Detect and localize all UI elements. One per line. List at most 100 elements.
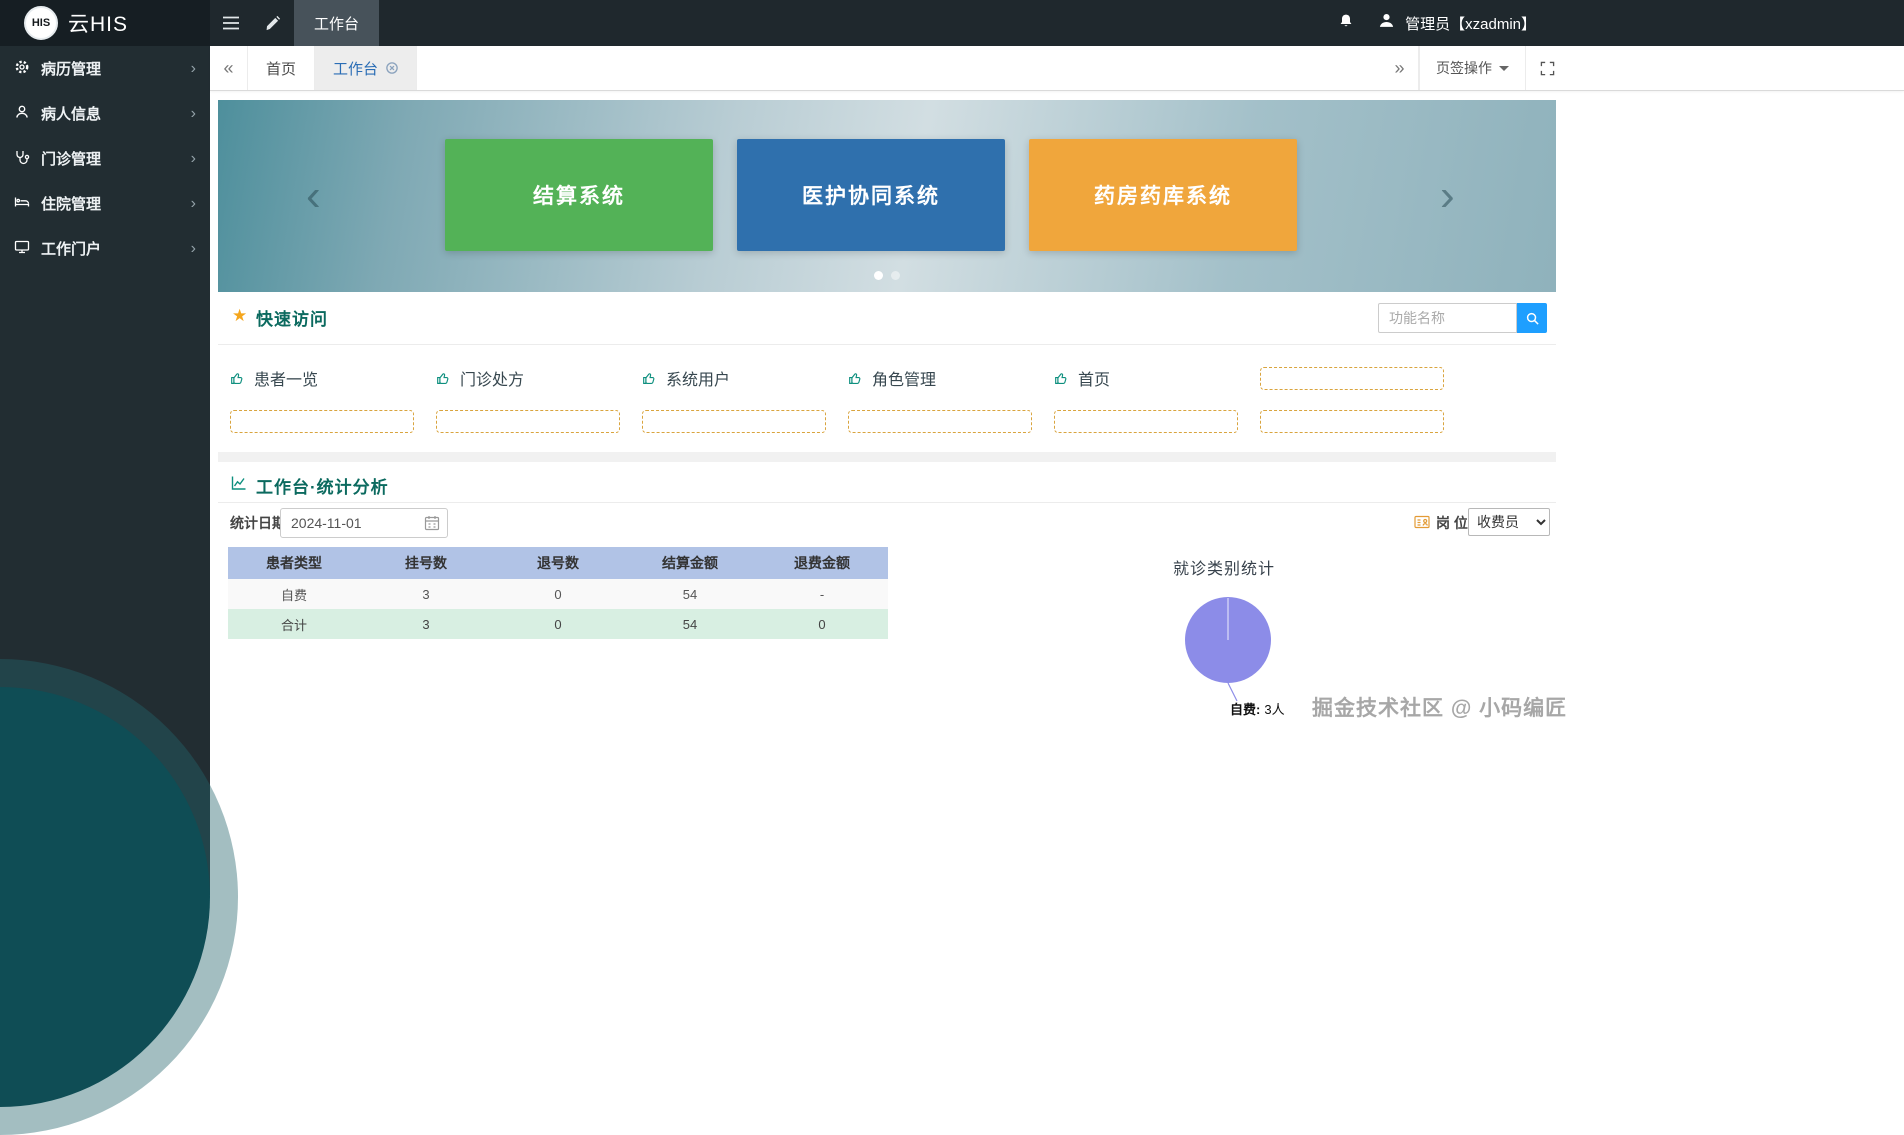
tab-workspace[interactable]: 工作台: [315, 46, 418, 90]
top-navbar: HIS 云HIS 工作台 管理员【xzadmin】: [0, 0, 1904, 46]
header-cell: 结算金额: [624, 547, 756, 579]
header-cell: 退号数: [492, 547, 624, 579]
sidebar-item-label: 门诊管理: [41, 151, 102, 168]
carousel-card-settlement[interactable]: 结算系统: [445, 139, 713, 251]
line-chart-icon: [230, 475, 248, 496]
app-logo: HIS: [24, 6, 58, 40]
table-total-row: 合计 3 0 54 0: [228, 609, 888, 639]
cell: 0: [756, 609, 888, 639]
patient-icon: [14, 104, 30, 124]
section-gap: [218, 452, 1556, 462]
stat-date-label: 统计日期: [230, 515, 286, 531]
user-menu[interactable]: 管理员【xzadmin】: [1378, 12, 1536, 34]
chevron-right-icon: ›: [190, 104, 196, 122]
carousel-dot-1[interactable]: [874, 271, 883, 280]
quick-link-system-users[interactable]: 系统用户: [642, 366, 848, 390]
watermark-text: 掘金技术社区 @ 小码编匠: [1312, 697, 1568, 720]
quick-link-patient-overview[interactable]: 患者一览: [230, 366, 436, 390]
calendar-icon[interactable]: [424, 515, 440, 531]
main-content: 结算系统 医护协同系统 药房药库系统 ‹ › ★ 快速访问 患者一览: [210, 91, 1904, 895]
quick-link-role-management[interactable]: 角色管理: [848, 366, 1054, 390]
bell-icon[interactable]: [1338, 13, 1354, 34]
header-cell: 患者类型: [228, 547, 360, 579]
sidebar-item-medical-records[interactable]: 病历管理 ›: [0, 46, 210, 91]
sidebar-item-label: 工作门户: [41, 241, 102, 258]
close-tab-icon[interactable]: [386, 62, 398, 74]
cell: 54: [624, 579, 756, 609]
nav-workspace-tab[interactable]: 工作台: [294, 0, 380, 46]
fullscreen-icon[interactable]: [1526, 46, 1568, 90]
tab-home[interactable]: 首页: [248, 46, 316, 90]
user-icon: [1378, 12, 1395, 34]
stats-title: 工作台·统计分析: [256, 478, 389, 497]
quick-link-home[interactable]: 首页: [1054, 366, 1260, 390]
carousel-card-pharmacy[interactable]: 药房药库系统: [1029, 139, 1297, 251]
cell: 0: [492, 579, 624, 609]
quick-link-label: 门诊处方: [460, 372, 525, 389]
chevron-down-icon: [1499, 66, 1509, 76]
sidebar-item-inpatient[interactable]: 住院管理 ›: [0, 181, 210, 226]
thumb-up-icon: [643, 372, 655, 384]
search-button[interactable]: [1517, 303, 1547, 333]
quick-access-section: ★ 快速访问 患者一览 门诊处方 系统用户: [218, 292, 1556, 452]
function-search: [1378, 303, 1517, 333]
pie-label-category: 自费:: [1230, 702, 1261, 717]
divider: [218, 502, 1556, 503]
tabs-scroll-right-button[interactable]: »: [1381, 46, 1419, 90]
carousel-dot-2[interactable]: [891, 271, 900, 280]
post-badge-icon: [1414, 515, 1430, 534]
sidebar-item-outpatient[interactable]: 门诊管理 ›: [0, 136, 210, 181]
quick-link-label: 系统用户: [666, 372, 731, 389]
sidebar-item-label: 住院管理: [41, 196, 102, 213]
banner-carousel: 结算系统 医护协同系统 药房药库系统 ‹ ›: [218, 100, 1556, 292]
tabbar-right-controls: » 页签操作: [1381, 46, 1568, 90]
quick-link-label: 患者一览: [254, 372, 319, 389]
quick-links-grid: 患者一览 门诊处方 系统用户 角色管理 首页: [230, 366, 1466, 433]
empty-slot: [230, 409, 414, 433]
page-tabbar: « 首页 工作台 » 页签操作: [210, 46, 1904, 91]
chevron-right-icon: ›: [190, 149, 196, 167]
cell: -: [756, 579, 888, 609]
table-row: 自费 3 0 54 -: [228, 579, 888, 609]
tab-label: 工作台: [333, 60, 379, 78]
stat-date-picker: [280, 508, 448, 538]
thumb-up-icon: [849, 372, 861, 384]
search-input[interactable]: [1378, 303, 1517, 333]
carousel-next-icon[interactable]: ›: [1440, 174, 1455, 218]
tab-actions-dropdown[interactable]: 页签操作: [1419, 46, 1526, 90]
pie-chart-title: 就诊类别统计: [1172, 561, 1275, 578]
header-cell: 挂号数: [360, 547, 492, 579]
brand-title: 云HIS: [68, 13, 129, 36]
empty-slot: [848, 409, 1032, 433]
quick-link-label: 首页: [1078, 372, 1111, 389]
date-input[interactable]: [280, 508, 448, 538]
post-select[interactable]: 收费员: [1468, 508, 1550, 536]
empty-slot: [1260, 409, 1444, 433]
cell: 自费: [228, 579, 360, 609]
pie-label-value: 3人: [1264, 702, 1285, 717]
search-icon: [1526, 312, 1539, 325]
tab-label: 首页: [266, 60, 297, 78]
star-icon: ★: [232, 306, 248, 325]
bed-icon: [14, 194, 30, 214]
pie-slice-label: 自费: 3人: [1230, 699, 1285, 718]
cell: 合计: [228, 609, 360, 639]
thumb-up-icon: [1055, 372, 1067, 384]
carousel-card-medical-collab[interactable]: 医护协同系统: [737, 139, 1005, 251]
sidebar-toggle-icon[interactable]: [210, 0, 252, 46]
tabs-scroll-left-button[interactable]: «: [210, 46, 248, 90]
empty-slot: [642, 409, 826, 433]
carousel-prev-icon[interactable]: ‹: [306, 174, 321, 218]
gears-icon: [14, 59, 30, 79]
chevron-right-icon: ›: [190, 59, 196, 77]
quick-access-title: 快速访问: [256, 310, 328, 329]
stethoscope-icon: [14, 149, 30, 169]
note-edit-icon[interactable]: [252, 0, 294, 46]
sidebar-item-label: 病历管理: [41, 61, 102, 78]
sidebar-item-patient-info[interactable]: 病人信息 ›: [0, 91, 210, 136]
stats-table: 患者类型 挂号数 退号数 结算金额 退费金额 自费 3 0 54 - 合计 3: [228, 547, 888, 639]
empty-slot: [1260, 366, 1444, 390]
chevron-right-icon: ›: [190, 194, 196, 212]
sidebar-item-work-portal[interactable]: 工作门户 ›: [0, 226, 210, 271]
quick-link-outpatient-prescription[interactable]: 门诊处方: [436, 366, 642, 390]
